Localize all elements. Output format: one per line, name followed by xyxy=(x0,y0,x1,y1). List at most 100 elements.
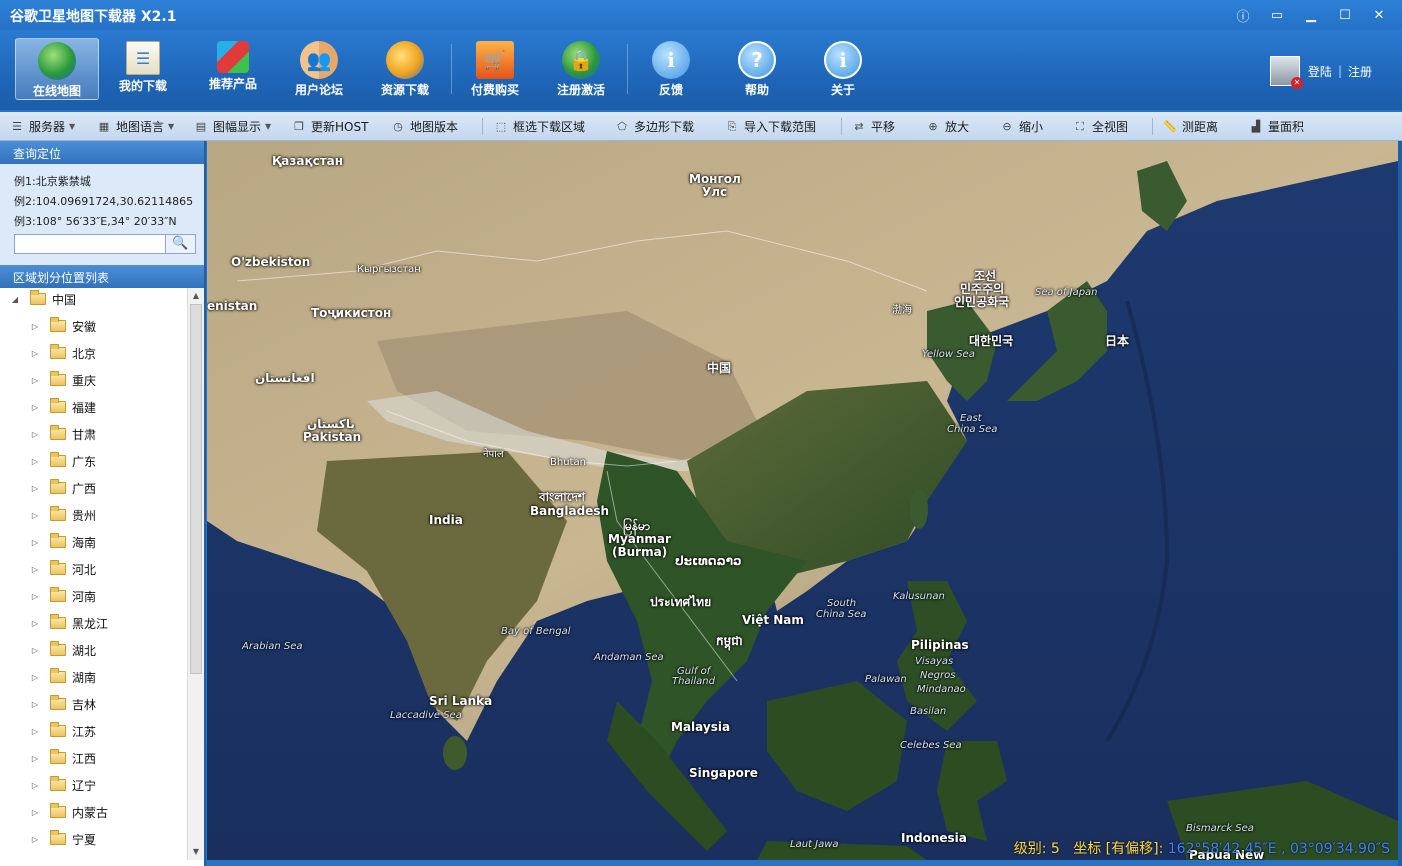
tree-node-province[interactable]: ▷ 辽宁 xyxy=(30,774,96,796)
import-range-button[interactable]: ⎘ 导入下载范围 xyxy=(725,117,816,136)
tree-node-province[interactable]: ▷ 广东 xyxy=(30,450,96,472)
tree-node-province[interactable]: ▷ 贵州 xyxy=(30,504,96,526)
scrollbar-thumb[interactable] xyxy=(190,304,202,674)
expand-icon[interactable]: ▷ xyxy=(30,511,40,520)
expand-icon[interactable]: ▷ xyxy=(30,727,40,736)
sub-toolbar: ☰ 服务器 ▼ ▦ 地图语言 ▼ ▤ 图幅显示 ▼ ❐ 更新HOST ◷ 地图版本 ⬚ 框选下载区… xyxy=(0,112,1402,141)
query-panel: 例1:北京紫禁城 例2:104.09691724,30.62114865 例3:… xyxy=(0,164,204,265)
zoom-out-button[interactable]: ⊖ 缩小 xyxy=(1000,117,1043,136)
query-example-1: 例1:北京紫禁城 xyxy=(14,175,91,188)
tree-node-province[interactable]: ▷ 安徽 xyxy=(30,315,96,337)
box-select-download-button[interactable]: ⬚ 框选下载区域 xyxy=(494,117,585,136)
map-label: Тоҷикистон xyxy=(311,306,392,320)
tree-node-province[interactable]: ▷ 北京 xyxy=(30,342,96,364)
tree-node-province[interactable]: ▷ 江西 xyxy=(30,747,96,769)
map-version-button[interactable]: ◷ 地图版本 xyxy=(391,117,458,136)
maximize-icon[interactable]: ☐ xyxy=(1328,4,1362,26)
toolbar-online-map-button[interactable]: 在线地图 xyxy=(15,38,99,100)
map-view[interactable]: Қазақстан Монгол Улс O'zbekiston Кыргызс… xyxy=(207,141,1398,860)
search-input[interactable] xyxy=(15,235,165,253)
close-icon[interactable]: ✕ xyxy=(1362,4,1396,26)
zoom-in-button[interactable]: ⊕ 放大 xyxy=(926,117,969,136)
measure-area-button[interactable]: ▟ 量面积 xyxy=(1249,117,1304,136)
server-dropdown[interactable]: ☰ 服务器 ▼ xyxy=(10,117,75,136)
expand-icon[interactable]: ▷ xyxy=(30,430,40,439)
expand-icon[interactable]: ▷ xyxy=(30,376,40,385)
toolbar-separator xyxy=(451,44,452,94)
map-label: Sea of Japan xyxy=(1035,287,1098,298)
toolbar-purchase-button[interactable]: 🛒 付费购买 xyxy=(453,38,537,100)
measure-distance-button[interactable]: 📏 测距离 xyxy=(1163,117,1218,136)
tree-node-province[interactable]: ▷ 黑龙江 xyxy=(30,612,108,634)
tree-node-province[interactable]: ▷ 河北 xyxy=(30,558,96,580)
folder-icon xyxy=(50,830,66,845)
tree-scrollbar[interactable]: ▲ ▼ xyxy=(187,288,204,860)
table-icon: ▤ xyxy=(195,120,207,133)
map-label: Қазақстан xyxy=(272,154,344,168)
toolbar-feedback-button[interactable]: i 反馈 xyxy=(629,38,713,100)
expand-icon[interactable]: ◢ xyxy=(10,295,20,304)
toolbar-resources-button[interactable]: 资源下载 xyxy=(363,38,447,100)
update-host-button[interactable]: ❐ 更新HOST xyxy=(292,117,368,136)
toolbar-about-button[interactable]: i 关于 xyxy=(801,38,885,100)
list-icon: ☰ xyxy=(12,120,22,133)
expand-icon[interactable]: ▷ xyxy=(30,322,40,331)
expand-icon[interactable]: ▷ xyxy=(30,349,40,358)
tree-node-province[interactable]: ▷ 福建 xyxy=(30,396,96,418)
scroll-up-icon[interactable]: ▲ xyxy=(188,288,204,304)
map-language-dropdown[interactable]: ▦ 地图语言 ▼ xyxy=(97,117,174,136)
tree-node-label: 广东 xyxy=(72,454,97,469)
register-link[interactable]: 注册 xyxy=(1348,63,1372,80)
toolbar-register-activate-button[interactable]: 🔒 注册激活 xyxy=(539,38,623,100)
expand-icon[interactable]: ▷ xyxy=(30,673,40,682)
map-label: Singapore xyxy=(689,766,758,780)
tree-node-province[interactable]: ▷ 湖南 xyxy=(30,666,96,688)
satellite-map xyxy=(207,141,1398,860)
pan-button[interactable]: ⇄ 平移 xyxy=(852,117,895,136)
search-icon[interactable]: 🔍 xyxy=(165,235,195,253)
tree-node-province[interactable]: ▷ 甘肃 xyxy=(30,423,96,445)
minimize-to-tray-icon[interactable]: ▭ xyxy=(1260,4,1294,26)
tree-node-province[interactable]: ▷ 广西 xyxy=(30,477,96,499)
login-link[interactable]: 登陆 xyxy=(1308,63,1332,80)
expand-icon[interactable]: ▷ xyxy=(30,565,40,574)
map-status-bar: 级别: 5 坐标 [有偏移]: 162°58′42.45″E , 03°09′3… xyxy=(1013,841,1390,857)
expand-icon[interactable]: ▷ xyxy=(30,754,40,763)
expand-icon[interactable]: ▷ xyxy=(30,700,40,709)
expand-icon[interactable]: ▷ xyxy=(30,619,40,628)
tree-node-province[interactable]: ▷ 海南 xyxy=(30,531,96,553)
scroll-down-icon[interactable]: ▼ xyxy=(188,844,204,860)
folder-icon xyxy=(50,533,66,548)
tree-node-province[interactable]: ▷ 宁夏 xyxy=(30,828,96,850)
expand-icon[interactable]: ▷ xyxy=(30,484,40,493)
info-icon[interactable]: ⓘ xyxy=(1226,4,1260,26)
map-label: 日本 xyxy=(1105,334,1130,348)
expand-icon[interactable]: ▷ xyxy=(30,592,40,601)
expand-icon[interactable]: ▷ xyxy=(30,403,40,412)
tree-node-root[interactable]: ◢ 中国 xyxy=(10,288,76,310)
avatar[interactable] xyxy=(1269,56,1303,89)
full-view-button[interactable]: ⛶ 全视图 xyxy=(1073,117,1128,136)
toolbar-forum-button[interactable]: 👥 用户论坛 xyxy=(277,38,361,100)
tree-node-province[interactable]: ▷ 内蒙古 xyxy=(30,801,108,823)
expand-icon[interactable]: ▷ xyxy=(30,781,40,790)
tree-node-province[interactable]: ▷ 重庆 xyxy=(30,369,96,391)
expand-icon[interactable]: ▷ xyxy=(30,835,40,844)
expand-icon[interactable]: ▷ xyxy=(30,646,40,655)
expand-icon[interactable]: ▷ xyxy=(30,457,40,466)
toolbar-products-button[interactable]: 推荐产品 xyxy=(191,38,275,100)
grid-icon: ▦ xyxy=(98,120,110,133)
tree-node-province[interactable]: ▷ 湖北 xyxy=(30,639,96,661)
sheet-display-dropdown[interactable]: ▤ 图幅显示 ▼ xyxy=(194,117,271,136)
minimize-icon[interactable]: ▁ xyxy=(1294,4,1328,26)
tree-node-label: 辽宁 xyxy=(72,778,97,793)
expand-icon[interactable]: ▷ xyxy=(30,808,40,817)
polygon-download-button[interactable]: ⬠ 多边形下载 xyxy=(615,117,694,136)
toolbar-my-downloads-button[interactable]: ☰ 我的下载 xyxy=(101,38,185,100)
tree-node-province[interactable]: ▷ 吉林 xyxy=(30,693,96,715)
expand-icon[interactable]: ▷ xyxy=(30,538,40,547)
offset-label: [有偏移] xyxy=(1105,841,1159,857)
tree-node-province[interactable]: ▷ 河南 xyxy=(30,585,96,607)
toolbar-help-button[interactable]: ? 帮助 xyxy=(715,38,799,100)
tree-node-province[interactable]: ▷ 江苏 xyxy=(30,720,96,742)
